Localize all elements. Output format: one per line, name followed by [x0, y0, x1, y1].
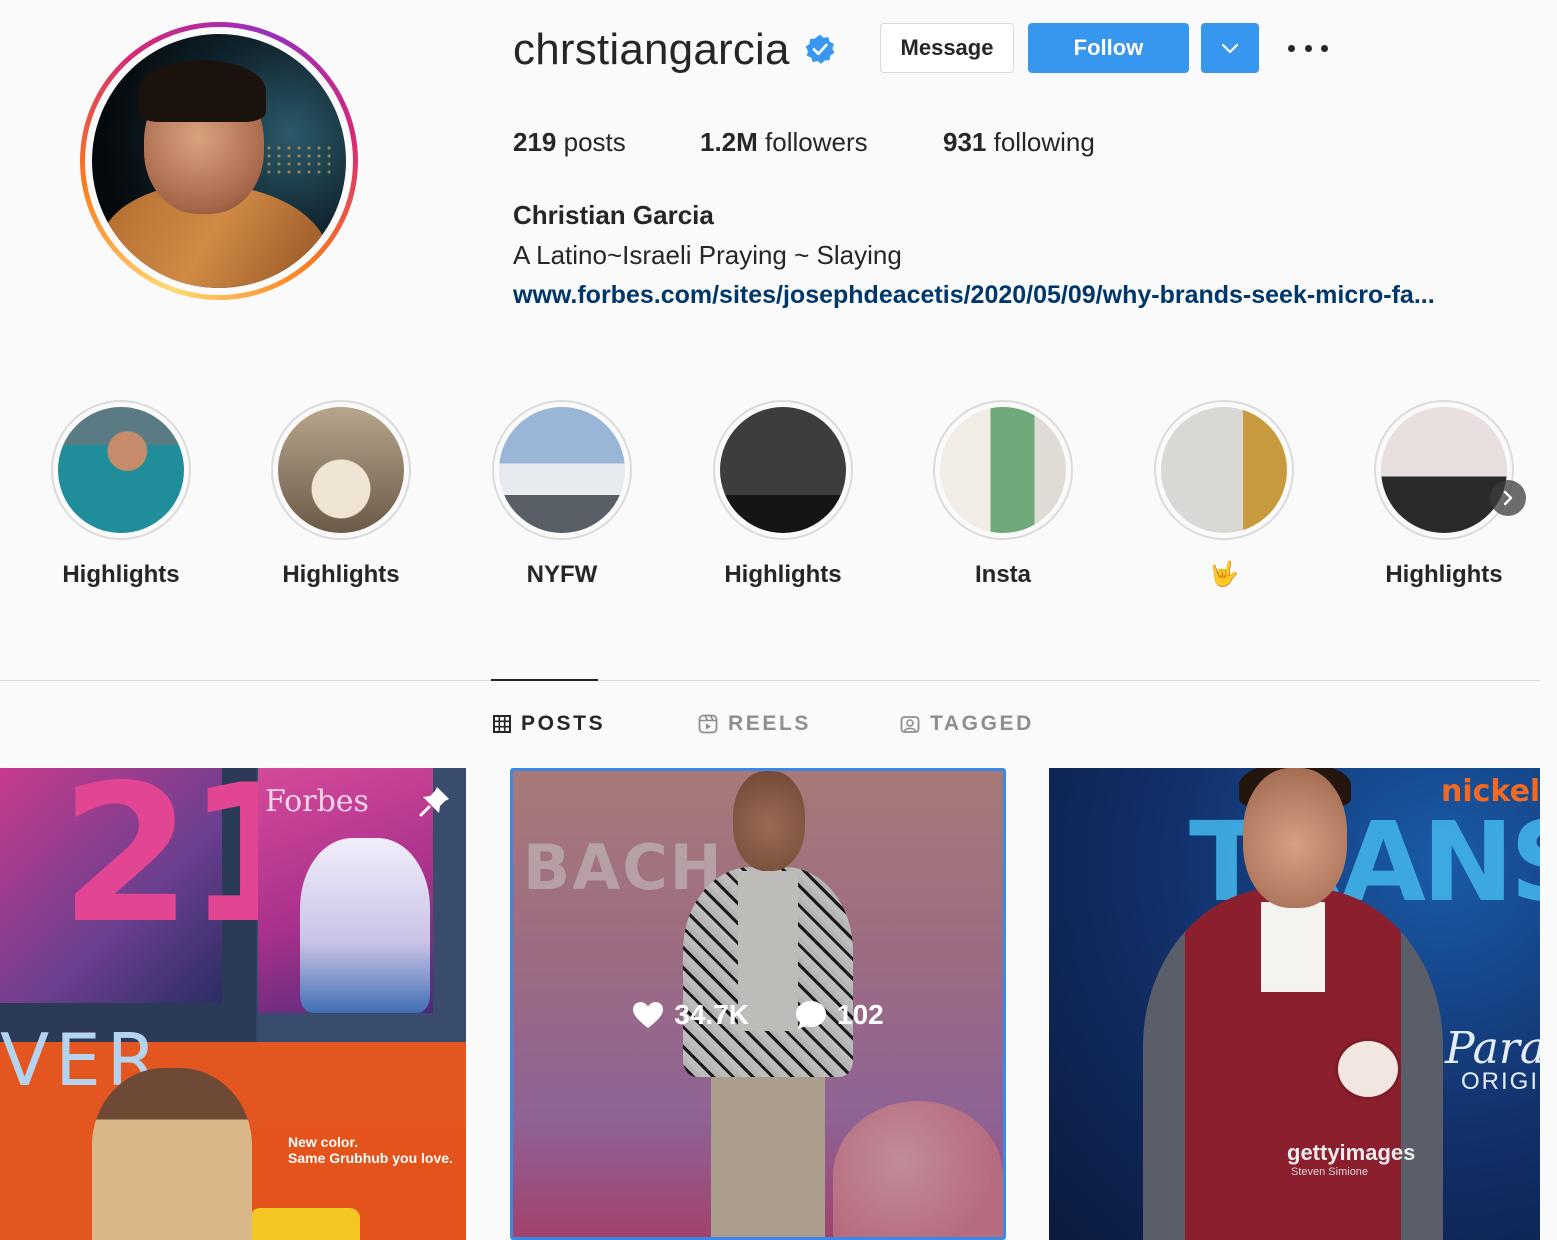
following-count[interactable]: 931 following [943, 124, 1095, 160]
tab-label: TAGGED [930, 712, 1034, 735]
highlight-item[interactable]: NYFW [492, 400, 632, 590]
highlight-item[interactable]: Highlights [713, 400, 853, 590]
post-image-text: ORIGI [1461, 1068, 1540, 1095]
comments-count: 102 [837, 999, 884, 1030]
highlight-label: 🤟 [1209, 561, 1239, 588]
message-button[interactable]: Message [880, 23, 1014, 73]
profile-username: chrstiangarcia [513, 25, 790, 74]
pinned-post-icon [419, 787, 449, 817]
chevron-down-icon [1221, 43, 1239, 54]
tab-tagged[interactable]: TAGGED [900, 710, 1034, 738]
post-tile[interactable]: BACH R 34.7K 102 [510, 768, 1006, 1240]
profile-website-link[interactable]: www.forbes.com/sites/josephdeacetis/2020… [513, 278, 1543, 312]
watermark-text: gettyimages [1287, 1140, 1416, 1165]
grid-icon [493, 715, 511, 733]
highlight-item[interactable]: 🤟 [1154, 400, 1294, 590]
tab-reels[interactable]: REELS [698, 710, 811, 738]
reels-icon [698, 714, 718, 734]
posts-count: 219 posts [513, 127, 626, 157]
highlight-label: Highlights [1385, 561, 1503, 588]
post-tile[interactable]: nickel TRANSF Param ORIGI gettyimages St… [1049, 768, 1540, 1240]
more-options-icon[interactable] [1288, 36, 1328, 60]
follow-button[interactable]: Follow [1028, 23, 1189, 73]
post-image-text: New color. Same Grubhub you love. [288, 1134, 453, 1166]
tab-label: REELS [728, 712, 812, 735]
tab-posts[interactable]: POSTS [493, 710, 605, 738]
highlight-label: NYFW [526, 561, 598, 588]
highlight-item[interactable]: Highlights [271, 400, 411, 590]
tab-label: POSTS [521, 712, 606, 735]
tabs-divider [0, 680, 1540, 681]
profile-avatar[interactable] [80, 22, 358, 300]
post-image-text: Param [1445, 1023, 1540, 1074]
highlight-label: Highlights [62, 561, 180, 588]
highlight-item[interactable]: Insta [933, 400, 1073, 590]
comment-icon [796, 1001, 826, 1029]
highlight-label: Highlights [282, 561, 400, 588]
chevron-right-icon [1503, 490, 1513, 506]
tagged-icon [900, 716, 920, 733]
profile-bio: A Latino~Israeli Praying ~ Slaying [513, 240, 902, 270]
followers-count[interactable]: 1.2M followers [700, 124, 868, 160]
highlight-label: Highlights [724, 561, 842, 588]
watermark-credit: Steven Simione [1291, 1166, 1369, 1178]
highlights-next-button[interactable] [1490, 480, 1526, 516]
likes-count: 34.7K [674, 999, 749, 1030]
post-hover-stats: 34.7K 102 [513, 999, 1003, 1031]
suggested-accounts-dropdown-button[interactable] [1201, 23, 1259, 73]
heart-icon [633, 1002, 664, 1028]
verified-badge-icon [805, 34, 835, 64]
post-tile[interactable]: 21 Forbes VER New color. Same Grubhub you… [0, 768, 466, 1240]
post-image-text: Forbes [265, 784, 369, 819]
active-tab-indicator [491, 679, 598, 681]
highlight-item[interactable]: Highlights [51, 400, 191, 590]
profile-full-name: Christian Garcia [513, 200, 714, 230]
highlight-label: Insta [974, 561, 1031, 588]
